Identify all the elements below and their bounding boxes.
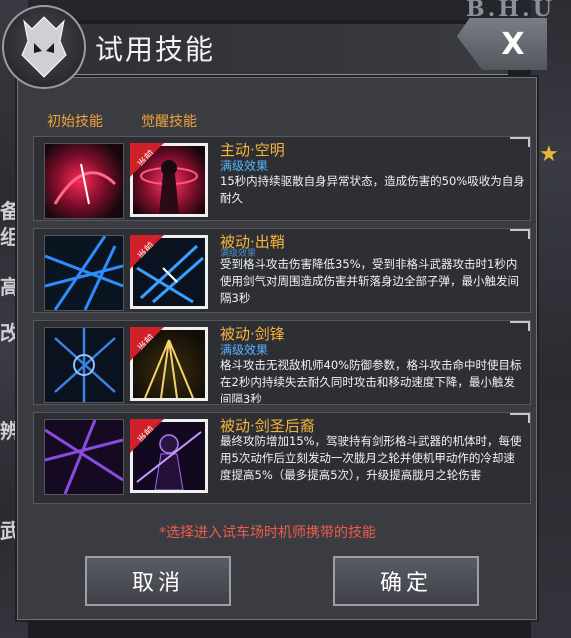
max-level-label: 满级效果: [220, 159, 269, 173]
initial-skill-icon: [44, 143, 124, 219]
skill-row[interactable]: 当前 被动·剑圣后裔 最终攻防增加15%，驾驶持有剑形格斗武器的机体时，每使用5…: [33, 412, 531, 504]
tab-awakened-skills[interactable]: 觉醒技能: [141, 111, 197, 131]
max-level-label: 满级效果: [220, 343, 269, 357]
skill-row[interactable]: 当前 被动·剑锋 满级效果 格斗攻击无视敌机师40%防御参数，格斗攻击命中时使目…: [33, 320, 531, 405]
skill-row[interactable]: 当前 主动·空明 满级效果 15秒内持续驱散自身异常状态，造成伤害的50%吸收为…: [33, 136, 531, 221]
corner-decoration: [510, 137, 530, 147]
cancel-button[interactable]: 取消: [85, 556, 231, 606]
skill-description: 15秒内持续驱散自身异常状态，造成伤害的50%吸收为自身耐久: [220, 174, 525, 205]
awakened-skill-icon: 当前: [130, 327, 208, 401]
skill-description: 最终攻防增加15%，驾驶持有剑形格斗武器的机体时，每使用5次动作后立刻发动一次胧…: [220, 434, 522, 482]
star-icon: ★: [539, 142, 559, 167]
close-icon: X: [501, 26, 525, 62]
mech-emblem-icon: [2, 5, 86, 89]
skill-row[interactable]: 当前 被动·出鞘 满级效果 受到格斗攻击伤害降低35%，受到非格斗武器攻击时1秒…: [33, 228, 531, 313]
skill-description: 受到格斗攻击伤害降低35%，受到非格斗武器攻击时1秒内使用剑气对周围造成伤害并斩…: [220, 257, 519, 305]
confirm-button[interactable]: 确定: [333, 556, 479, 606]
dialog-header: 试用技能 X: [0, 0, 571, 100]
dialog-title: 试用技能: [95, 33, 216, 66]
awakened-skill-icon: 当前: [130, 143, 208, 217]
initial-skill-icon: [44, 327, 124, 403]
corner-decoration: [510, 321, 530, 331]
corner-decoration: [510, 413, 530, 423]
corner-decoration: [510, 229, 530, 239]
selection-hint: *选择进入试车场时机师携带的技能: [159, 525, 376, 541]
initial-skill-icon: [44, 235, 124, 311]
awakened-skill-icon: 当前: [130, 419, 208, 493]
initial-skill-icon: [44, 419, 124, 495]
skill-description: 格斗攻击无视敌机师40%防御参数，格斗攻击命中时使目标在2秒内持续失去耐久同时攻…: [220, 358, 522, 403]
awakened-skill-icon: 当前: [130, 235, 208, 309]
tab-initial-skills[interactable]: 初始技能: [47, 111, 103, 131]
